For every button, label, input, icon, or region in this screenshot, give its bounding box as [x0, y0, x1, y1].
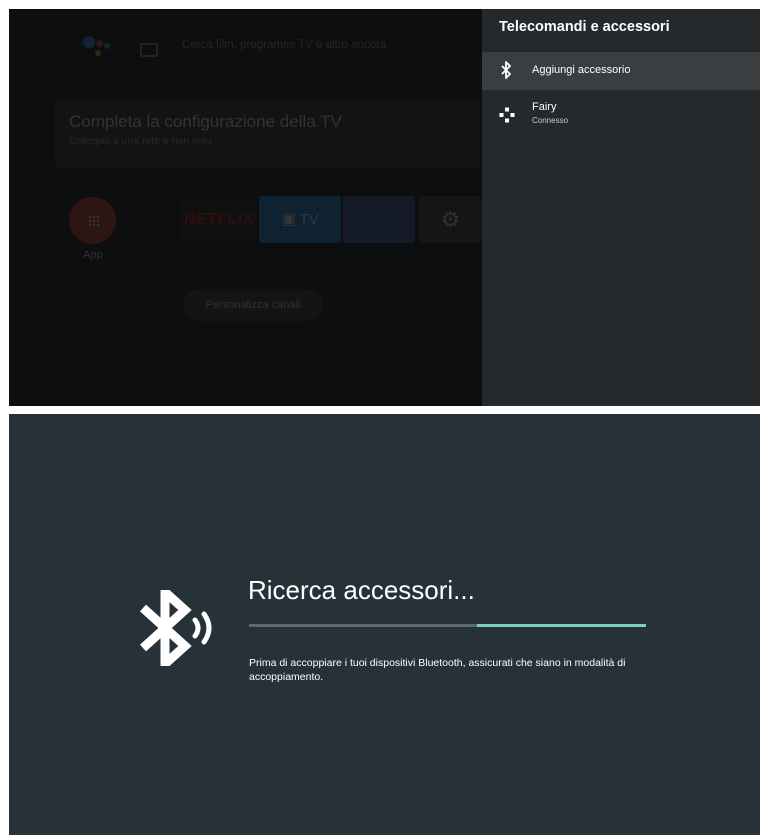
settings-tile[interactable]: ⚙	[419, 196, 482, 243]
tv-tile-label: TV	[299, 211, 319, 228]
accessory-name: Fairy	[532, 101, 557, 113]
tv-icon: ▣	[281, 211, 296, 228]
customize-channels-button[interactable]: Personalizza canali	[183, 289, 323, 321]
bluetooth-searching-icon	[135, 581, 217, 675]
bluetooth-icon	[500, 61, 512, 84]
panel-title: Telecomandi e accessori	[499, 19, 670, 35]
apps-label: App	[83, 249, 103, 261]
accessory-item-fairy[interactable]: Fairy Connesso	[482, 95, 760, 137]
netflix-tile[interactable]: NETFLIX	[181, 196, 257, 243]
add-accessory-label: Aggiungi accessorio	[532, 64, 631, 76]
setup-subtitle: Collegati a una rete e non solo	[69, 135, 212, 147]
gear-icon: ⚙	[440, 207, 461, 232]
keyboard-icon[interactable]	[140, 43, 158, 57]
accessory-status: Connesso	[532, 116, 569, 125]
tv-tile[interactable]: ▣ TV	[259, 196, 341, 243]
search-progress-bar	[249, 624, 646, 627]
gamepad-icon	[499, 107, 515, 128]
add-accessory-item[interactable]: Aggiungi accessorio	[482, 52, 760, 90]
accessories-panel: Telecomandi e accessori Aggiungi accesso…	[482, 9, 760, 406]
youtube-kids-tile[interactable]	[343, 196, 415, 243]
progress-indicator	[477, 624, 646, 627]
pairing-instructions: Prima di accoppiare i tuoi dispositivi B…	[249, 657, 626, 683]
tv-screen-accessories: Cerca film, programmi TV e altro ancora …	[9, 9, 760, 406]
setup-card[interactable]	[55, 99, 480, 169]
apps-grid-icon	[88, 215, 100, 227]
home-screen-dimmed: Cerca film, programmi TV e altro ancora …	[9, 9, 482, 406]
bluetooth-search-screen: Ricerca accessori... Prima di accoppiare…	[9, 414, 760, 835]
setup-title: Completa la configurazione della TV	[69, 112, 342, 131]
search-title: Ricerca accessori...	[248, 575, 475, 605]
search-bar[interactable]: Cerca film, programmi TV e altro ancora	[182, 39, 386, 51]
